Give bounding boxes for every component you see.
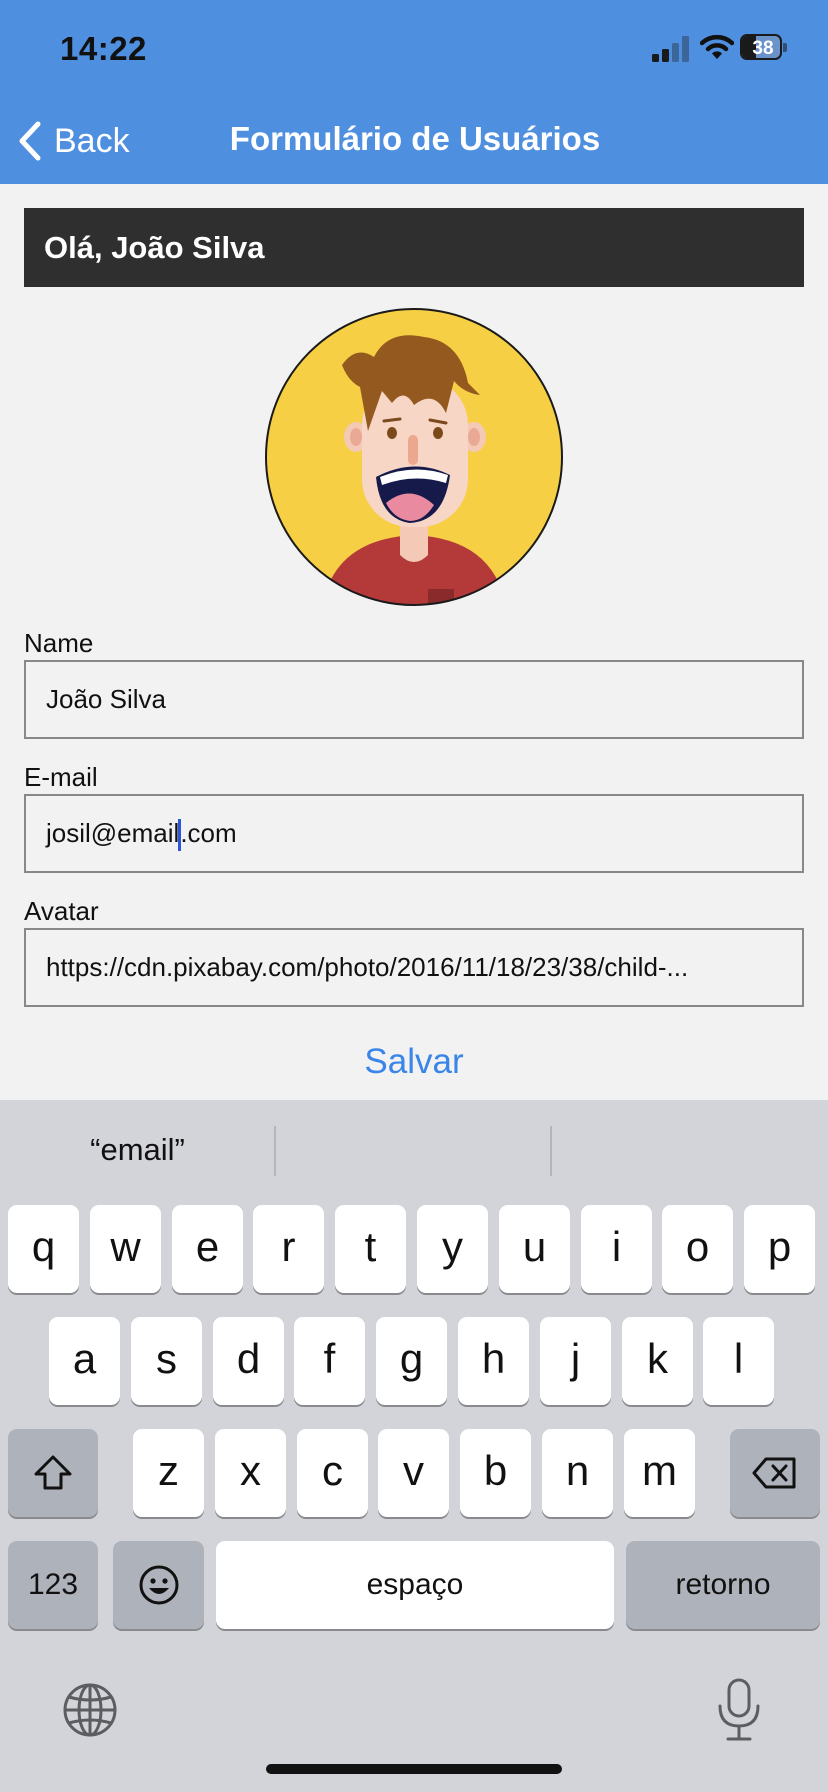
backspace-icon xyxy=(752,1457,796,1489)
return-key[interactable]: retorno xyxy=(626,1541,820,1629)
greeting-banner: Olá, João Silva xyxy=(24,208,804,287)
delete-key[interactable] xyxy=(730,1429,820,1517)
key-d[interactable]: d xyxy=(213,1317,284,1405)
microphone-icon[interactable] xyxy=(714,1678,764,1742)
email-value-before-caret: josil@email xyxy=(46,818,180,848)
email-label: E-mail xyxy=(24,762,98,792)
shift-key[interactable] xyxy=(8,1429,98,1517)
shift-icon xyxy=(34,1455,72,1490)
key-v[interactable]: v xyxy=(378,1429,449,1517)
home-indicator xyxy=(266,1764,562,1774)
battery-level: 38 xyxy=(752,38,774,59)
key-s[interactable]: s xyxy=(131,1317,202,1405)
name-field[interactable]: João Silva xyxy=(24,660,804,739)
key-b[interactable]: b xyxy=(460,1429,531,1517)
chevron-left-icon xyxy=(19,121,41,161)
key-y[interactable]: y xyxy=(417,1205,488,1293)
key-u[interactable]: u xyxy=(499,1205,570,1293)
avatar-url-field[interactable]: https://cdn.pixabay.com/photo/2016/11/18… xyxy=(24,928,804,1007)
battery-icon: 38 xyxy=(740,34,788,62)
navigation-header: 14:22 38 Back Formulário de Usuários xyxy=(0,0,828,184)
key-j[interactable]: j xyxy=(540,1317,611,1405)
key-g[interactable]: g xyxy=(376,1317,447,1405)
avatar xyxy=(265,308,563,606)
key-p[interactable]: p xyxy=(744,1205,815,1293)
avatar-url-value: https://cdn.pixabay.com/photo/2016/11/18… xyxy=(46,952,689,982)
back-button[interactable]: Back xyxy=(14,118,130,164)
key-r[interactable]: r xyxy=(253,1205,324,1293)
key-e[interactable]: e xyxy=(172,1205,243,1293)
key-t[interactable]: t xyxy=(335,1205,406,1293)
emoji-key[interactable] xyxy=(113,1541,204,1629)
signal-icon xyxy=(652,36,689,62)
name-label: Name xyxy=(24,628,94,658)
key-x[interactable]: x xyxy=(215,1429,286,1517)
key-z[interactable]: z xyxy=(133,1429,204,1517)
avatar-label: Avatar xyxy=(24,896,99,926)
key-n[interactable]: n xyxy=(542,1429,613,1517)
key-w[interactable]: w xyxy=(90,1205,161,1293)
name-value: João Silva xyxy=(46,684,166,714)
suggestion-2[interactable] xyxy=(276,1100,551,1200)
status-time: 14:22 xyxy=(60,30,147,67)
emoji-icon xyxy=(139,1565,178,1605)
email-value-after-caret: .com xyxy=(180,818,237,848)
suggestion-1[interactable]: “email” xyxy=(0,1100,275,1200)
key-f[interactable]: f xyxy=(294,1317,365,1405)
key-c[interactable]: c xyxy=(297,1429,368,1517)
key-i[interactable]: i xyxy=(581,1205,652,1293)
keyboard: “email” qwertyuiop asdfghjkl zxcvbnm 123 e… xyxy=(0,1100,828,1792)
globe-icon[interactable] xyxy=(62,1682,118,1738)
key-l[interactable]: l xyxy=(703,1317,774,1405)
page-title: Formulário de Usuários xyxy=(229,120,601,157)
save-button[interactable]: Salvar xyxy=(0,1042,828,1082)
space-key[interactable]: espaço xyxy=(216,1541,614,1629)
suggestion-3[interactable] xyxy=(552,1100,827,1200)
key-a[interactable]: a xyxy=(49,1317,120,1405)
email-field[interactable]: josil@email.com xyxy=(24,794,804,873)
key-h[interactable]: h xyxy=(458,1317,529,1405)
key-k[interactable]: k xyxy=(622,1317,693,1405)
key-q[interactable]: q xyxy=(8,1205,79,1293)
back-label: Back xyxy=(54,121,130,160)
numbers-key[interactable]: 123 xyxy=(8,1541,98,1629)
wifi-icon xyxy=(700,34,734,59)
key-o[interactable]: o xyxy=(662,1205,733,1293)
suggestion-bar: “email” xyxy=(0,1100,828,1200)
key-m[interactable]: m xyxy=(624,1429,695,1517)
